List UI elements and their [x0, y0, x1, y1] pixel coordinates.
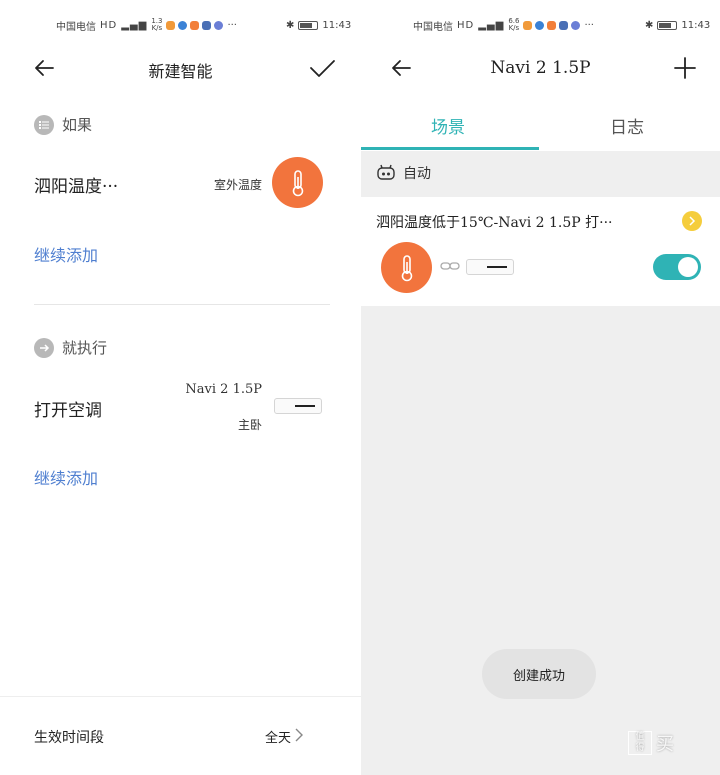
app-icon [166, 20, 176, 30]
thermometer-icon [272, 157, 323, 208]
action-device: Navi 2 1.5P [185, 382, 262, 397]
auto-group-header: 自动 [361, 151, 720, 193]
toast-message: 创建成功 [482, 649, 596, 699]
header: 新建智能 [0, 50, 361, 86]
page-title: Navi 2 1.5P [490, 58, 591, 78]
more-notifications-icon: ··· [584, 19, 594, 31]
device-screen: 中国电信 HD ▂▄▆ 6.6 K/s ··· ✱ 11:43 Navi 2 1.… [361, 0, 720, 775]
add-condition-link[interactable]: 继续添加 [34, 242, 98, 266]
app-icon [523, 20, 533, 30]
app-icon [535, 20, 545, 30]
bluetooth-icon: ✱ [286, 19, 295, 31]
condition-sub: 室外温度 [213, 178, 262, 192]
arrow-right-circle-icon [34, 337, 54, 358]
signal-icon: ▂▄▆ [478, 19, 505, 31]
app-icon [559, 20, 569, 30]
header: Navi 2 1.5P [361, 50, 720, 86]
status-bar: 中国电信 HD ▂▄▆ 6.6 K/s ··· ✱ 11:43 [413, 14, 713, 36]
air-conditioner-icon [274, 398, 322, 414]
carrier-text: 中国电信 [413, 21, 453, 33]
bluetooth-icon: ✱ [645, 19, 654, 31]
scene-name: 泗阳温度低于15℃-Navi 2 1.5P 打··· [376, 215, 613, 231]
period-value: 全天 [264, 731, 291, 746]
tab-logs[interactable]: 日志 [610, 113, 644, 138]
status-bar: 中国电信 HD ▂▄▆ 1.3 K/s ··· ✱ 11:43 [56, 14, 351, 36]
effective-period-row[interactable]: 生效时间段 全天 [0, 696, 361, 775]
action-label: 打开空调 [34, 401, 102, 421]
air-conditioner-icon [466, 259, 514, 275]
page-title: 新建智能 [148, 62, 213, 81]
status-right: ✱ 11:43 [286, 20, 351, 31]
app-icon [178, 20, 188, 30]
check-icon[interactable] [308, 54, 336, 82]
period-label: 生效时间段 [34, 730, 104, 746]
tab-bar: 场景 日志 [361, 105, 720, 151]
battery-icon [298, 20, 319, 30]
notification-icons [166, 20, 224, 30]
app-icon [202, 20, 212, 30]
app-icon [571, 20, 581, 30]
battery-icon [657, 20, 678, 30]
clock-text: 11:43 [681, 19, 711, 31]
clock-text: 11:43 [322, 19, 352, 31]
hd-badge: HD [100, 19, 118, 31]
thermometer-icon [381, 242, 432, 293]
status-right: ✱ 11:43 [645, 20, 710, 31]
if-section-label: 如果 [62, 116, 93, 134]
auto-label: 自动 [403, 166, 431, 182]
active-tab-indicator [361, 147, 539, 150]
divider [34, 304, 330, 305]
new-smart-screen: 中国电信 HD ▂▄▆ 1.3 K/s ··· ✱ 11:43 新建智能 如果 … [0, 0, 361, 775]
app-icon [190, 20, 200, 30]
link-icon [440, 262, 460, 270]
chevron-right-icon [295, 728, 303, 742]
signal-icon: ▂▄▆ [121, 19, 148, 31]
chevron-right-icon [689, 216, 696, 226]
app-icon [214, 20, 224, 30]
watermark-logo: 值得 [628, 731, 652, 755]
more-notifications-icon: ··· [227, 19, 237, 31]
tab-scenes[interactable]: 场景 [431, 113, 465, 138]
notification-icons [523, 20, 581, 30]
watermark: 值得 买 [628, 730, 675, 756]
watermark-text: 买 [656, 734, 675, 755]
plus-icon[interactable] [671, 54, 699, 82]
hd-badge: HD [457, 19, 475, 31]
app-icon [547, 20, 557, 30]
then-section-label: 就执行 [62, 339, 108, 357]
add-action-link[interactable]: 继续添加 [34, 465, 98, 489]
net-speed: 1.3 K/s [151, 17, 163, 32]
condition-label: 泗阳温度··· [34, 177, 119, 197]
list-icon [34, 114, 54, 135]
scene-toggle[interactable] [653, 254, 701, 280]
then-section-header: 就执行 [34, 337, 107, 358]
net-speed: 6.6 K/s [508, 17, 520, 32]
action-room: 主卧 [237, 418, 262, 432]
scene-card[interactable]: 泗阳温度低于15℃-Navi 2 1.5P 打··· [361, 197, 720, 306]
robot-icon [377, 164, 395, 180]
scene-more-button[interactable] [682, 211, 702, 231]
carrier-text: 中国电信 [56, 21, 96, 33]
if-section-header: 如果 [34, 114, 92, 135]
